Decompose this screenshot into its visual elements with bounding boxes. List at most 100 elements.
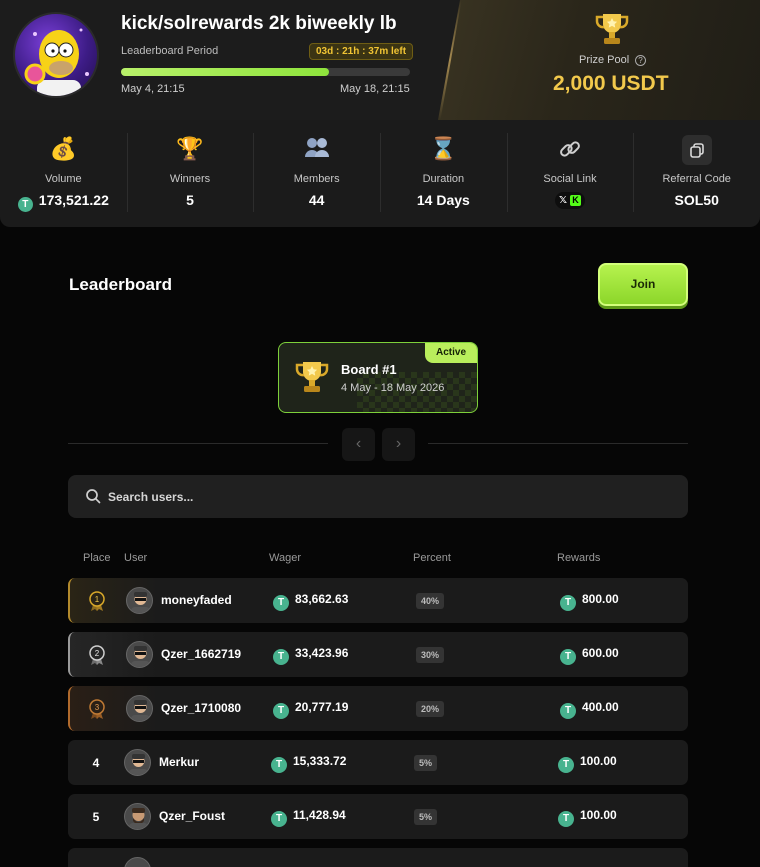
username: Qzer_Foust xyxy=(159,809,226,823)
wager-amount: T 33,423.96 xyxy=(273,646,348,665)
wager-amount: T 20,777.19 xyxy=(273,700,348,719)
column-header-percent: Percent xyxy=(413,552,451,564)
wager-value: 20,777.19 xyxy=(295,700,349,714)
percent-badge: 30% xyxy=(416,647,445,663)
prize-pool-value: 2,000 USDT xyxy=(553,72,669,95)
reward-value: 100.00 xyxy=(580,754,617,768)
svg-text:3: 3 xyxy=(95,703,100,712)
prize-trophy-icon xyxy=(595,14,629,44)
column-header-place: Place xyxy=(83,552,111,564)
board-name: Board #1 xyxy=(341,362,397,377)
social-links: 𝕏 K xyxy=(555,192,586,209)
avatar xyxy=(124,803,151,830)
percent-badge: 20% xyxy=(416,701,445,717)
table-row[interactable] xyxy=(68,848,688,867)
board-card[interactable]: Active Board #1 4 May - 18 May 2026 xyxy=(278,342,478,413)
prev-board-button[interactable]: ‹ xyxy=(342,428,375,461)
username: Merkur xyxy=(159,755,200,769)
stat-volume-label: Volume xyxy=(44,173,82,185)
status-badge: Active xyxy=(425,343,477,363)
search-input[interactable] xyxy=(108,475,668,518)
wager-amount: T 15,333.72 xyxy=(271,754,346,773)
tether-icon: T xyxy=(271,811,287,827)
column-header-rewards: Rewards xyxy=(557,552,601,564)
members-icon-svg xyxy=(304,138,329,157)
stat-volume-value: T 173,521.22 xyxy=(0,192,127,212)
stat-duration-value: 14 Days xyxy=(416,192,470,208)
reward-value: 100.00 xyxy=(580,808,617,822)
wager-value: 83,662.63 xyxy=(295,592,349,606)
username: Qzer_1662719 xyxy=(161,647,242,661)
period-start-date: May 4, 21:15 xyxy=(121,83,185,95)
section-title: Leaderboard xyxy=(69,275,172,294)
percent-badge: 40% xyxy=(416,593,445,609)
tether-icon: T xyxy=(560,703,576,719)
reward-amount: T 600.00 xyxy=(560,646,619,665)
tether-icon: T xyxy=(273,649,289,665)
tether-icon: T xyxy=(558,757,574,773)
leaderboard-header: kick/solrewards 2k biweekly lb Leaderboa… xyxy=(0,0,760,120)
host-avatar xyxy=(13,12,99,98)
prize-pool-label: Prize Pool xyxy=(579,54,630,66)
tether-icon: T xyxy=(560,595,576,611)
silver-medal-icon: 2 xyxy=(89,645,105,665)
gold-medal-icon: 1 xyxy=(89,591,105,611)
tether-icon: T xyxy=(560,649,576,665)
kick-icon[interactable]: K xyxy=(570,195,582,206)
reward-value: 800.00 xyxy=(582,592,619,606)
stat-duration-label: Duration xyxy=(422,173,465,185)
place-number: 5 xyxy=(92,810,100,824)
period-label: Leaderboard Period xyxy=(121,45,219,57)
chevron-right-icon: › xyxy=(395,435,402,452)
avatar xyxy=(124,857,151,867)
table-row[interactable]: 3 Qzer_1710080 T 20,777.19 20% T 400.00 xyxy=(68,686,688,731)
table-row[interactable]: 4 Merkur T 15,333.72 5% T 100.00 xyxy=(68,740,688,785)
period-progress-fill xyxy=(121,68,330,76)
copy-icon[interactable] xyxy=(681,135,712,165)
svg-text:2: 2 xyxy=(95,649,100,658)
avatar xyxy=(126,695,153,722)
chevron-left-icon: ‹ xyxy=(355,435,362,452)
money-bag-icon: 💰 xyxy=(49,136,78,161)
reward-amount: T 400.00 xyxy=(560,700,619,719)
host-avatar-image xyxy=(24,28,89,96)
table-row[interactable]: 5 Qzer_Foust T 11,428.94 5% T 100.00 xyxy=(68,794,688,839)
members-icon xyxy=(304,136,330,164)
search-bar xyxy=(68,475,688,518)
svg-text:1: 1 xyxy=(95,595,100,604)
stat-referral-code: Referral Code SOL50 xyxy=(633,120,760,227)
reward-amount: T 800.00 xyxy=(560,592,619,611)
x-icon[interactable]: 𝕏 xyxy=(559,195,567,206)
avatar xyxy=(124,749,151,776)
table-row[interactable]: 2 Qzer_1662719 T 33,423.96 30% T 600.00 xyxy=(68,632,688,677)
tether-icon: T xyxy=(273,703,289,719)
stat-referral-value[interactable]: SOL50 xyxy=(633,192,760,208)
tether-icon: T xyxy=(558,811,574,827)
reward-amount: T 100.00 xyxy=(558,754,617,773)
link-icon xyxy=(557,136,583,168)
avatar xyxy=(126,587,153,614)
column-header-wager: Wager xyxy=(269,552,301,564)
next-board-button[interactable]: › xyxy=(382,428,415,461)
trophy-icon: 🏆 xyxy=(176,136,204,161)
stat-members-value: 44 xyxy=(308,192,325,208)
table-row[interactable]: 1 moneyfaded T 83,662.63 40% T 800.00 xyxy=(68,578,688,623)
percent-badge: 5% xyxy=(414,755,438,771)
time-left-badge: 03d : 21h : 37m left xyxy=(309,43,414,60)
stat-volume-amount: 173,521.22 xyxy=(38,192,109,208)
divider xyxy=(428,443,688,444)
link-icon-svg xyxy=(560,141,580,157)
hourglass-icon: ⌛ xyxy=(429,136,458,161)
stat-winners-label: Winners xyxy=(169,173,211,185)
period-end-date: May 18, 21:15 xyxy=(340,83,410,95)
tether-icon: T xyxy=(17,197,33,212)
column-header-user: User xyxy=(124,552,148,564)
stat-duration: ⌛ Duration 14 Days xyxy=(380,120,507,227)
avatar xyxy=(126,641,153,668)
help-icon[interactable]: ? xyxy=(635,55,646,66)
place-number: 4 xyxy=(92,756,100,770)
username: moneyfaded xyxy=(161,593,232,607)
join-button[interactable]: Join xyxy=(598,263,688,306)
reward-value: 600.00 xyxy=(582,646,619,660)
stats-bar: 💰 Volume T 173,521.22 🏆 Winners 5 Members… xyxy=(0,120,760,227)
